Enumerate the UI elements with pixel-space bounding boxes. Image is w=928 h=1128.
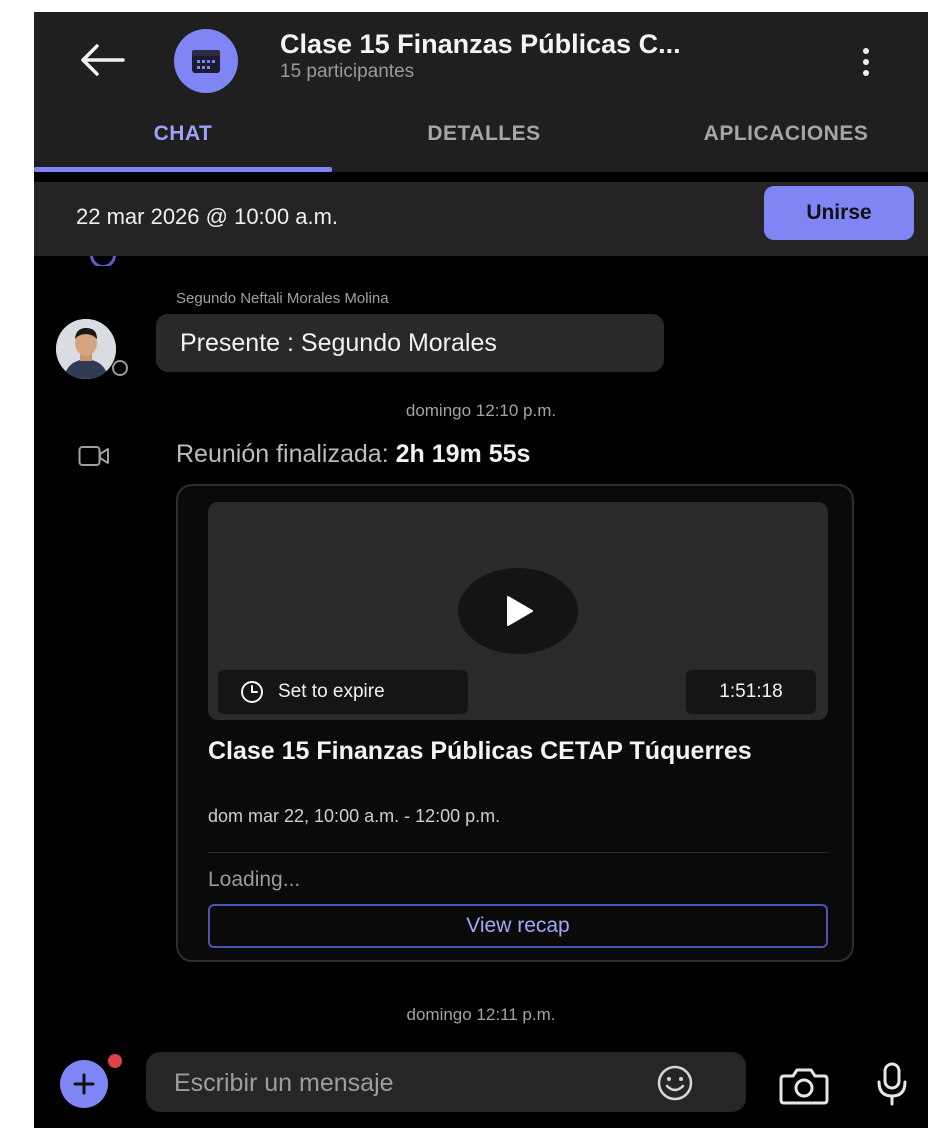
meeting-bar: 22 mar 2026 @ 10:00 a.m. Unirse bbox=[34, 182, 928, 256]
set-to-expire-button[interactable]: Set to expire bbox=[218, 670, 468, 714]
teams-chat-screen: Clase 15 Finanzas Públicas C... 15 parti… bbox=[34, 12, 928, 1128]
play-icon bbox=[507, 596, 533, 626]
tab-details[interactable]: DETALLES bbox=[370, 122, 598, 146]
recording-thumbnail[interactable]: Set to expire 1:51:18 bbox=[208, 502, 828, 720]
recording-duration: 1:51:18 bbox=[686, 670, 816, 714]
chat-header: Clase 15 Finanzas Públicas C... 15 parti… bbox=[34, 12, 928, 172]
previous-message-clipped bbox=[76, 256, 896, 266]
tab-chat[interactable]: CHAT bbox=[34, 122, 332, 146]
recording-time-range: dom mar 22, 10:00 a.m. - 12:00 p.m. bbox=[208, 806, 501, 826]
clock-icon bbox=[241, 681, 263, 703]
notification-dot-icon bbox=[106, 1052, 124, 1070]
message-bubble[interactable]: Presente : Segundo Morales bbox=[156, 314, 664, 372]
loading-text: Loading... bbox=[208, 868, 301, 891]
avatar[interactable] bbox=[56, 319, 116, 379]
plus-icon bbox=[73, 1073, 95, 1095]
chat-title[interactable]: Clase 15 Finanzas Públicas C... bbox=[280, 29, 820, 60]
calendar-icon bbox=[192, 50, 220, 73]
more-vertical-icon[interactable] bbox=[852, 38, 880, 86]
meeting-avatar[interactable] bbox=[174, 29, 238, 93]
message-composer bbox=[146, 1052, 746, 1112]
meeting-duration: 2h 19m 55s bbox=[395, 440, 531, 468]
video-camera-icon bbox=[78, 446, 109, 466]
set-to-expire-label: Set to expire bbox=[278, 681, 385, 702]
recording-card: Set to expire 1:51:18 Clase 15 Finanzas … bbox=[176, 484, 854, 962]
recording-title[interactable]: Clase 15 Finanzas Públicas CETAP Túquerr… bbox=[208, 736, 828, 767]
message-input[interactable] bbox=[172, 1066, 636, 1100]
timestamp: domingo 12:11 p.m. bbox=[406, 1005, 556, 1024]
join-button[interactable]: Unirse bbox=[764, 186, 914, 240]
meeting-ended-notice: Reunión finalizada: 2h 19m 55s bbox=[176, 440, 530, 469]
microphone-icon[interactable] bbox=[874, 1062, 910, 1106]
add-button[interactable] bbox=[60, 1060, 108, 1108]
presence-status-icon bbox=[112, 360, 128, 376]
meeting-ended-label: Reunión finalizada: bbox=[176, 440, 396, 468]
camera-icon[interactable] bbox=[778, 1066, 830, 1106]
play-button[interactable] bbox=[458, 568, 578, 654]
emoji-icon[interactable] bbox=[656, 1064, 694, 1102]
arrow-left-icon bbox=[81, 44, 125, 76]
participant-count: 15 participantes bbox=[280, 61, 415, 82]
back-button[interactable] bbox=[72, 32, 132, 88]
tab-apps[interactable]: APLICACIONES bbox=[660, 122, 912, 146]
timestamp: domingo 12:10 p.m. bbox=[405, 401, 557, 420]
divider bbox=[208, 852, 828, 853]
active-tab-indicator bbox=[34, 167, 332, 172]
meeting-date: 22 mar 2026 @ 10:00 a.m. bbox=[76, 204, 339, 229]
user-photo-icon bbox=[56, 319, 116, 379]
message-sender: Segundo Neftali Morales Molina bbox=[176, 290, 389, 307]
view-recap-button[interactable]: View recap bbox=[208, 904, 828, 948]
